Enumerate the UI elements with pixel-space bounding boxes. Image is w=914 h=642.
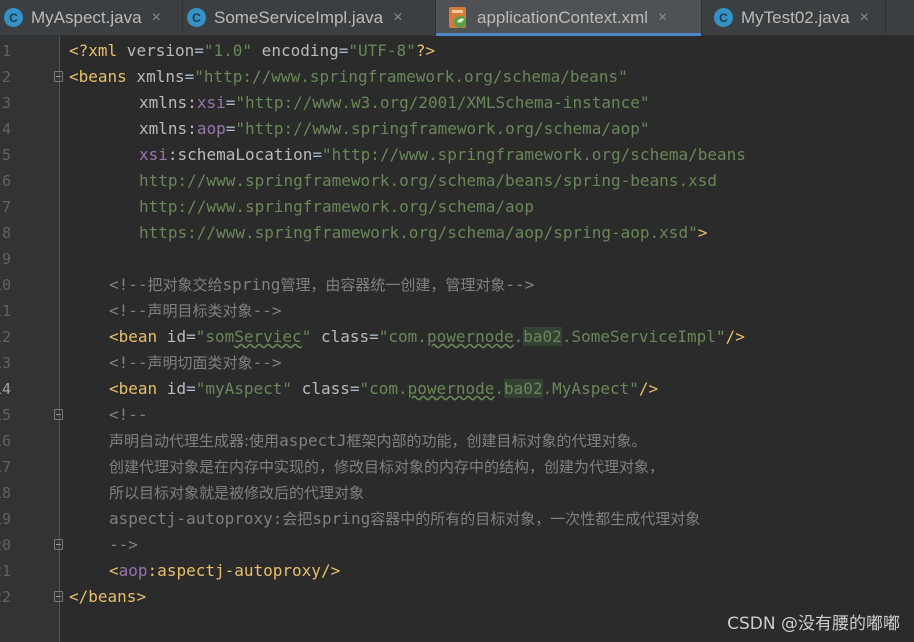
- code-text: aspectj-autoproxy:会把spring容器中的所有的目标对象，一次…: [109, 509, 701, 528]
- java-class-icon: C: [714, 8, 733, 27]
- code-line-2: 2 <beans xmlns="http://www.springframewo…: [0, 64, 914, 90]
- close-icon[interactable]: ×: [658, 9, 667, 27]
- line-number: 2: [1, 68, 11, 86]
- code-line-7: 7 http://www.springframework.org/schema/…: [0, 194, 914, 220]
- line-number: 21: [0, 562, 11, 580]
- line-number: 1: [1, 42, 11, 60]
- code-text: <!--声明目标类对象-->: [109, 301, 282, 320]
- code-line-19: 19 aspectj-autoproxy:会把spring容器中的所有的目标对象…: [0, 506, 914, 532]
- code-text: http://www.springframework.org/schema/be…: [139, 171, 717, 190]
- tab-label: MyTest02.java: [741, 7, 850, 27]
- fold-icon[interactable]: [54, 591, 63, 602]
- code-editor[interactable]: 1 <?xml version="1.0" encoding="UTF-8"?>…: [0, 36, 914, 642]
- close-icon[interactable]: ×: [152, 9, 161, 27]
- code-text: xmlns:xsi="http://www.w3.org/2001/XMLSch…: [139, 93, 650, 112]
- code-text: -->: [109, 535, 138, 554]
- tab-applicationcontext-xml[interactable]: applicationContext.xml ×: [436, 0, 702, 36]
- code-line-22: 22 </beans>: [0, 584, 914, 610]
- line-number: 17: [0, 458, 11, 476]
- spring-xml-icon: [448, 5, 469, 30]
- code-text: xsi:schemaLocation="http://www.springfra…: [139, 145, 746, 164]
- line-number: 14: [0, 380, 11, 398]
- code-text: <bean id="myAspect" class="com.powernode…: [109, 379, 659, 398]
- code-text: <aop:aspectj-autoproxy/>: [109, 561, 341, 580]
- line-number: 9: [1, 250, 11, 268]
- code-line-16: 16 声明自动代理生成器:使用aspectJ框架内部的功能，创建目标对象的代理对…: [0, 428, 914, 454]
- tab-label: MyAspect.java: [31, 7, 142, 27]
- code-line-1: 1 <?xml version="1.0" encoding="UTF-8"?>: [0, 38, 914, 64]
- line-number: 8: [1, 224, 11, 242]
- code-line-12: 12 <bean id="somServiec" class="com.powe…: [0, 324, 914, 350]
- tab-label: applicationContext.xml: [477, 7, 649, 27]
- code-line-10: 10 <!--把对象交给spring管理，由容器统一创建，管理对象-->: [0, 272, 914, 298]
- line-number: 4: [1, 120, 11, 138]
- line-number: 19: [0, 510, 11, 528]
- code-line-5: 5 xsi:schemaLocation="http://www.springf…: [0, 142, 914, 168]
- code-text: <bean id="somServiec" class="com.powerno…: [109, 327, 745, 346]
- line-number: 13: [0, 354, 11, 372]
- code-line-21: 21 <aop:aspectj-autoproxy/>: [0, 558, 914, 584]
- code-line-20: 20 -->: [0, 532, 914, 558]
- code-text: <?xml version="1.0" encoding="UTF-8"?>: [69, 41, 436, 60]
- line-number: 3: [1, 94, 11, 112]
- code-text: <!--: [109, 405, 148, 424]
- code-line-15: 15 <!--: [0, 402, 914, 428]
- line-number: 20: [0, 536, 11, 554]
- tab-mytest02-java[interactable]: C MyTest02.java ×: [702, 0, 886, 35]
- code-line-14: 14 <bean id="myAspect" class="com.powern…: [0, 376, 914, 402]
- tab-label: SomeServiceImpl.java: [214, 7, 384, 27]
- code-text: https://www.springframework.org/schema/a…: [139, 223, 708, 242]
- code-text: 声明自动代理生成器:使用aspectJ框架内部的功能，创建目标对象的代理对象。: [109, 431, 647, 450]
- tab-someserviceimpl-java[interactable]: C SomeServiceImpl.java ×: [183, 0, 436, 35]
- line-number: 10: [0, 276, 11, 294]
- line-number: 6: [1, 172, 11, 190]
- code-line-8: 8 https://www.springframework.org/schema…: [0, 220, 914, 246]
- fold-icon[interactable]: [54, 409, 63, 420]
- code-line-17: 17 创建代理对象是在内存中实现的，修改目标对象的内存中的结构，创建为代理对象，: [0, 454, 914, 480]
- line-number: 12: [0, 328, 11, 346]
- code-line-11: 11 <!--声明目标类对象-->: [0, 298, 914, 324]
- java-class-icon: C: [4, 8, 23, 27]
- line-number: 7: [1, 198, 11, 216]
- fold-icon[interactable]: [54, 539, 63, 550]
- code-line-13: 13 <!--声明切面类对象-->: [0, 350, 914, 376]
- code-line-6: 6 http://www.springframework.org/schema/…: [0, 168, 914, 194]
- tab-myaspect-java[interactable]: C MyAspect.java ×: [0, 0, 183, 35]
- csdn-watermark: CSDN @没有腰的嘟嘟: [727, 614, 900, 634]
- code-text: 创建代理对象是在内存中实现的，修改目标对象的内存中的结构，创建为代理对象，: [109, 458, 665, 476]
- code-text: <!--声明切面类对象-->: [109, 353, 282, 372]
- line-number: 18: [0, 484, 11, 502]
- java-class-icon: C: [187, 8, 206, 27]
- close-icon[interactable]: ×: [393, 9, 402, 27]
- editor-tab-bar: C MyAspect.java × C SomeServiceImpl.java…: [0, 0, 914, 36]
- code-text: <beans xmlns="http://www.springframework…: [69, 67, 628, 86]
- line-number: 15: [0, 406, 11, 424]
- line-number: 16: [0, 432, 11, 450]
- code-line-4: 4 xmlns:aop="http://www.springframework.…: [0, 116, 914, 142]
- code-text: xmlns:aop="http://www.springframework.or…: [139, 119, 650, 138]
- code-line-9: 9: [0, 246, 914, 272]
- code-text: <!--把对象交给spring管理，由容器统一创建，管理对象-->: [109, 275, 535, 294]
- fold-icon[interactable]: [54, 71, 63, 82]
- code-line-18: 18 所以目标对象就是被修改后的代理对象: [0, 480, 914, 506]
- line-number: 11: [0, 302, 11, 320]
- close-icon[interactable]: ×: [860, 9, 869, 27]
- code-text: </beans>: [69, 587, 147, 606]
- code-line-3: 3 xmlns:xsi="http://www.w3.org/2001/XMLS…: [0, 90, 914, 116]
- line-number: 22: [0, 588, 11, 606]
- code-text: http://www.springframework.org/schema/ao…: [139, 197, 534, 216]
- line-number: 5: [1, 146, 11, 164]
- code-text: 所以目标对象就是被修改后的代理对象: [109, 484, 365, 502]
